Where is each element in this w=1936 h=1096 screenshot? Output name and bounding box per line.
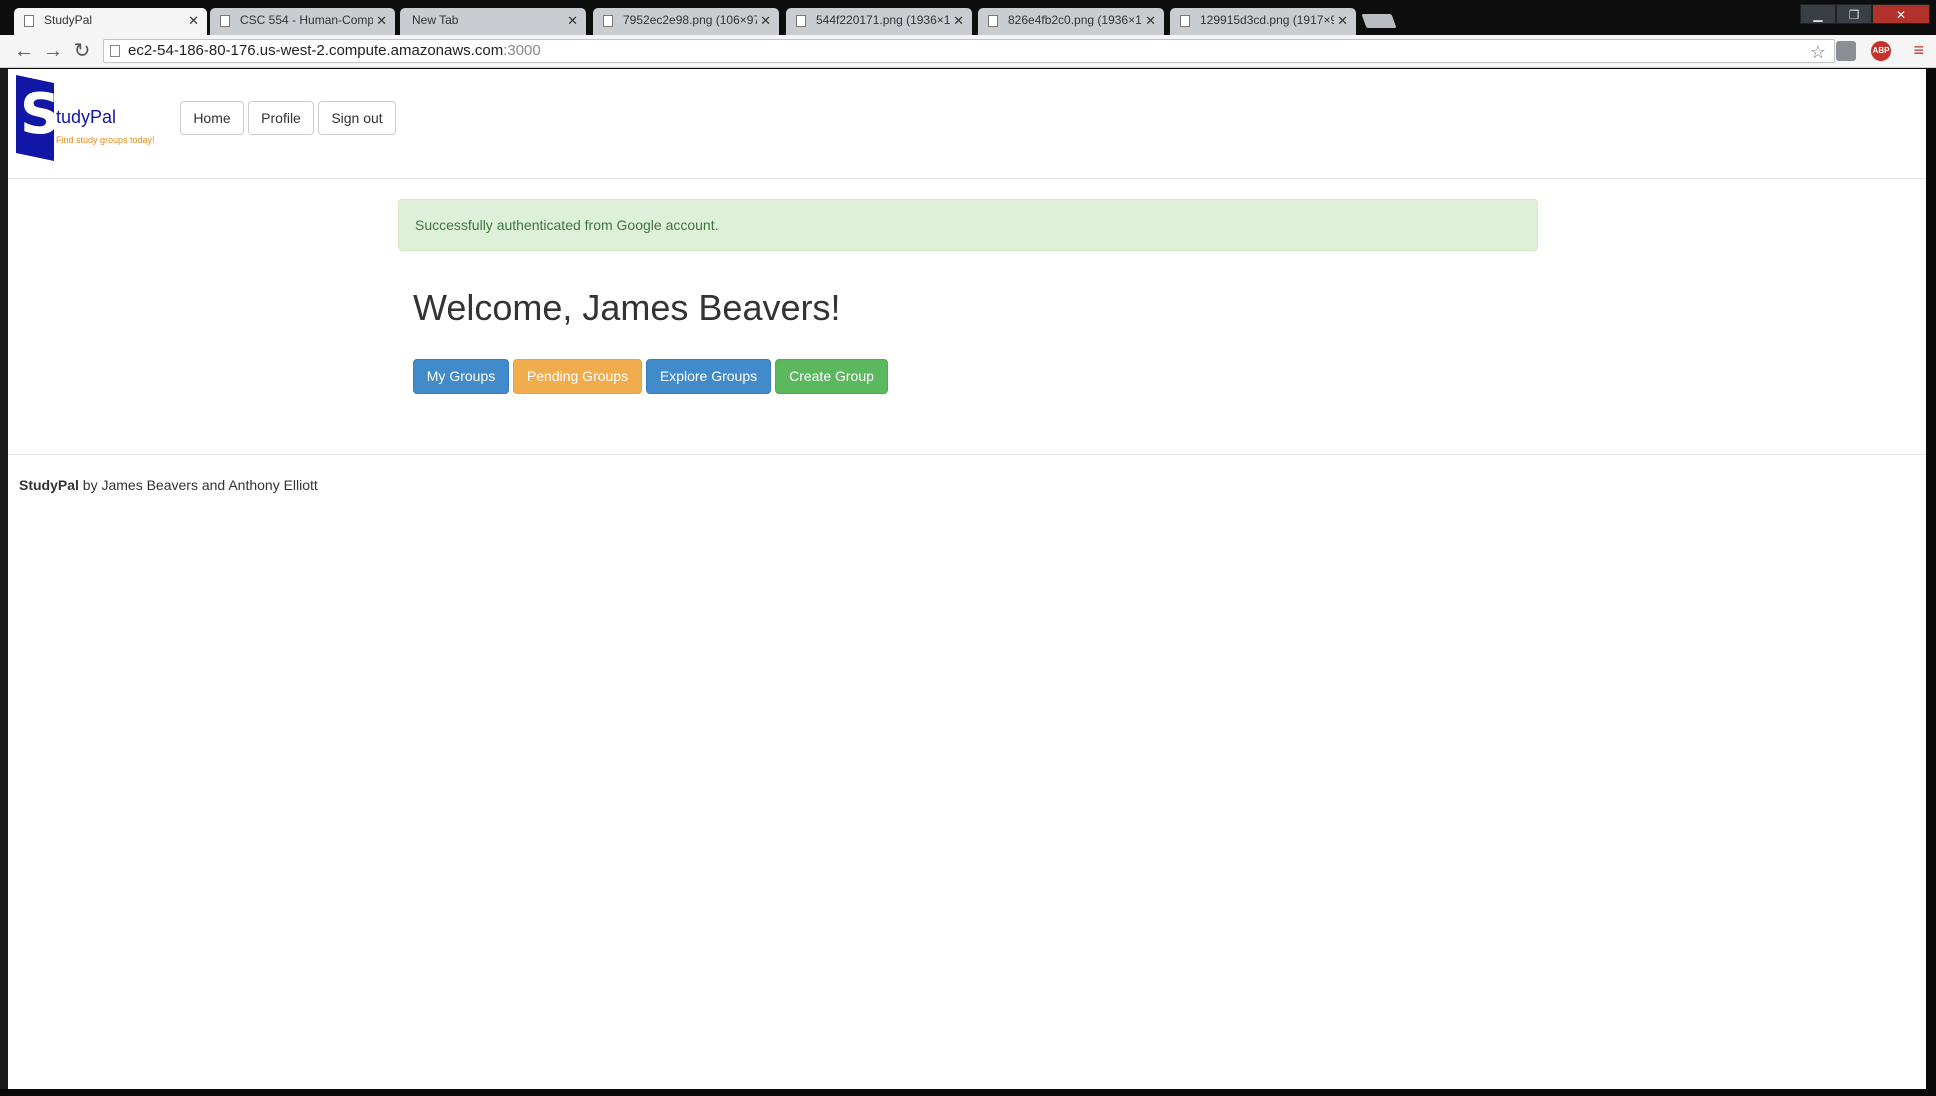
url-host: ec2-54-186-80-176.us-west-2.compute.amaz… [128, 42, 504, 59]
footer-brand: StudyPal [19, 477, 79, 493]
close-icon[interactable]: ✕ [188, 13, 199, 29]
tab-image-1[interactable]: 7952ec2e98.png (106×97) ✕ [593, 8, 779, 35]
profile-button[interactable]: Profile [248, 101, 314, 135]
close-icon[interactable]: ✕ [760, 13, 771, 29]
close-icon[interactable]: ✕ [1145, 13, 1156, 29]
page-icon [220, 15, 230, 27]
my-groups-button[interactable]: My Groups [413, 359, 509, 394]
close-window-icon[interactable]: ✕ [1872, 4, 1930, 24]
bookmark-star-icon[interactable]: ☆ [1810, 41, 1826, 63]
tab-label: 129915d3cd.png (1917×95 [1200, 13, 1334, 27]
tab-csc554[interactable]: CSC 554 - Human-Compu ✕ [210, 8, 395, 35]
page-icon [988, 15, 998, 27]
minimize-icon[interactable]: ▁ [1800, 4, 1836, 24]
close-icon[interactable]: ✕ [376, 13, 387, 29]
url-port: :3000 [503, 42, 541, 59]
page-icon [796, 15, 806, 27]
page-icon [603, 15, 613, 27]
tab-new-tab[interactable]: New Tab ✕ [400, 8, 586, 35]
pending-groups-button[interactable]: Pending Groups [513, 359, 642, 394]
welcome-heading: Welcome, James Beavers! [413, 287, 841, 328]
tab-label: CSC 554 - Human-Compu [240, 13, 373, 27]
maximize-icon[interactable]: ❐ [1836, 4, 1872, 24]
footer-text: StudyPal by James Beavers and Anthony El… [19, 477, 318, 493]
explore-groups-button[interactable]: Explore Groups [646, 359, 771, 394]
site-header: S tudyPal Find study groups today! Home … [8, 69, 1926, 179]
logo-letter: S [20, 82, 61, 147]
page-content: S tudyPal Find study groups today! Home … [8, 69, 1926, 1089]
browser-tab-strip: StudyPal ✕ CSC 554 - Human-Compu ✕ New T… [0, 0, 1936, 35]
reload-icon[interactable]: ↻ [70, 40, 94, 62]
tab-image-4[interactable]: 129915d3cd.png (1917×95 ✕ [1170, 8, 1356, 35]
page-icon [24, 15, 34, 27]
home-button[interactable]: Home [180, 101, 244, 135]
shield-extension-icon[interactable] [1836, 41, 1856, 61]
tab-label: StudyPal [44, 13, 93, 27]
sign-out-button[interactable]: Sign out [318, 101, 396, 135]
menu-icon[interactable]: ≡ [1913, 40, 1924, 61]
logo-tagline: Find study groups today! [56, 135, 155, 145]
back-arrow-icon[interactable]: ← [12, 40, 36, 62]
footer-credits: by James Beavers and Anthony Elliott [78, 477, 318, 493]
tab-studypal[interactable]: StudyPal ✕ [14, 8, 207, 35]
close-icon[interactable]: ✕ [567, 13, 578, 29]
tab-label: 826e4fb2c0.png (1936×10 [1008, 13, 1142, 27]
page-icon [110, 45, 120, 57]
tab-image-3[interactable]: 826e4fb2c0.png (1936×10 ✕ [978, 8, 1164, 35]
window-edge [0, 1089, 1936, 1096]
tab-label: 7952ec2e98.png (106×97) [623, 13, 757, 27]
address-bar[interactable]: ec2-54-186-80-176.us-west-2.compute.amaz… [103, 39, 1835, 63]
create-group-button[interactable]: Create Group [775, 359, 888, 394]
studypal-logo[interactable]: S tudyPal Find study groups today! [16, 74, 176, 162]
logo-brand: tudyPal [56, 107, 117, 127]
adblock-icon[interactable]: ABP [1871, 41, 1891, 61]
window-edge [0, 69, 8, 1096]
window-controls: ▁ ❐ ✕ [1800, 4, 1930, 26]
tab-image-2[interactable]: 544f220171.png (1936×10 ✕ [786, 8, 972, 35]
tab-label: 544f220171.png (1936×10 [816, 13, 950, 27]
site-footer: StudyPal by James Beavers and Anthony El… [8, 454, 1926, 514]
forward-arrow-icon[interactable]: → [41, 40, 65, 62]
page-icon [1180, 15, 1190, 27]
tab-label: New Tab [412, 13, 459, 27]
success-alert: Successfully authenticated from Google a… [398, 199, 1538, 251]
close-icon[interactable]: ✕ [953, 13, 964, 29]
browser-toolbar: ← → ↻ ec2-54-186-80-176.us-west-2.comput… [0, 35, 1936, 68]
new-tab-button[interactable] [1361, 14, 1397, 28]
close-icon[interactable]: ✕ [1337, 13, 1348, 29]
